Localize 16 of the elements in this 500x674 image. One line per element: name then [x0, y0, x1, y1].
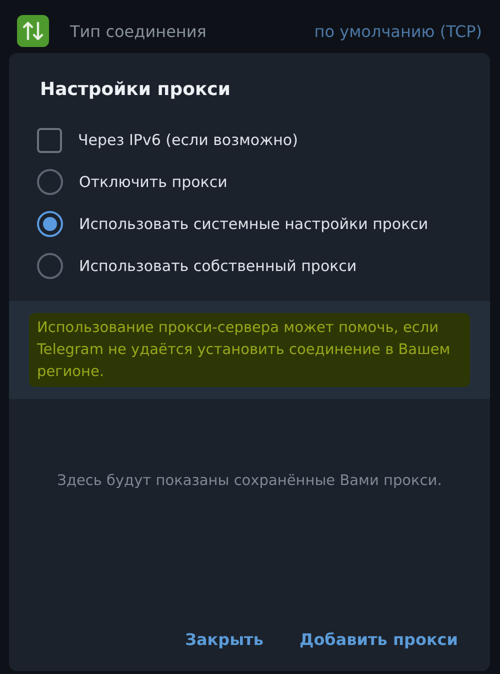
setting-value[interactable]: по умолчанию (TCP) [314, 22, 482, 40]
checkbox[interactable] [37, 128, 62, 152]
dialog-button[interactable]: Добавить прокси [291, 624, 466, 655]
option-label: Использовать собственный прокси [79, 257, 357, 275]
option-label: Через IPv6 (если возможно) [78, 131, 298, 149]
radio-button[interactable] [37, 169, 63, 195]
arrows-icon [17, 15, 49, 47]
dialog-button[interactable]: Закрыть [177, 624, 272, 655]
option-label: Отключить прокси [79, 173, 228, 191]
dialog-title: Настройки прокси [39, 78, 232, 102]
radio-button[interactable] [37, 211, 63, 237]
setting-label: Тип соединения [70, 22, 206, 40]
empty-message: Здесь будут показаны сохранённые Вами прокси. [56, 473, 443, 489]
radio-button[interactable] [37, 253, 63, 279]
option-label: Использовать системные настройки прокси [79, 215, 428, 233]
info-text: Использование прокси-сервера может помочь, если Telegram не удаётся установить соединение в Вашем регионе. [29, 313, 470, 387]
